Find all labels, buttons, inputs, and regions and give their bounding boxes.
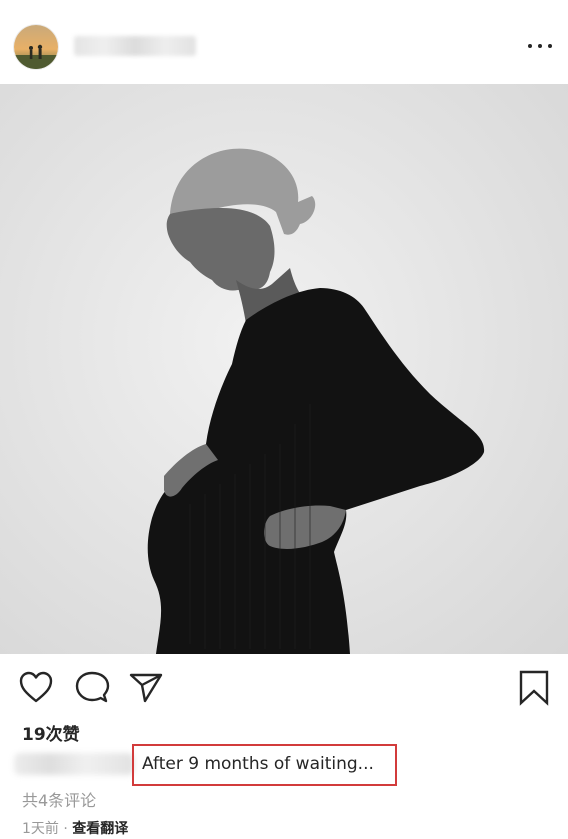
like-button[interactable] — [18, 670, 54, 708]
post-header — [0, 0, 568, 84]
comment-icon — [74, 671, 110, 708]
caption-text: After 9 months of waiting... — [142, 754, 374, 774]
heart-icon — [18, 671, 54, 708]
like-count[interactable]: 19次赞 — [22, 720, 80, 745]
send-icon — [128, 673, 164, 708]
bookmark-icon — [518, 670, 550, 710]
view-comments-link[interactable]: 共4条评论 — [22, 787, 96, 811]
post-actions — [0, 662, 568, 714]
share-button[interactable] — [128, 670, 164, 708]
username-blurred[interactable] — [74, 36, 196, 56]
post-time: 1天前 — [22, 821, 59, 837]
meta-separator: · — [63, 821, 68, 837]
save-button[interactable] — [518, 670, 550, 710]
comment-button[interactable] — [74, 670, 110, 708]
post-meta: 1天前 · 查看翻译 — [22, 818, 128, 838]
translate-link[interactable]: 查看翻译 — [72, 821, 128, 837]
caption-row: After 9 months of waiting... — [14, 744, 554, 786]
avatar[interactable] — [14, 25, 58, 69]
post-photo[interactable] — [0, 84, 568, 654]
more-options-button[interactable] — [528, 38, 552, 54]
caption-username-blurred[interactable] — [14, 753, 134, 775]
